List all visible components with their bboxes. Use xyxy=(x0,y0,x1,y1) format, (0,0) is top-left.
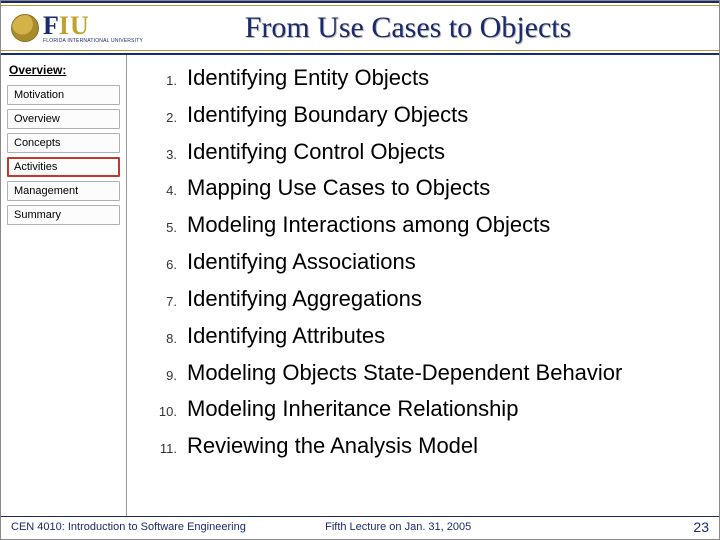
list-item-text: Modeling Objects State-Dependent Behavio… xyxy=(187,360,622,387)
sidebar-item-overview[interactable]: Overview xyxy=(7,109,120,129)
footer: CEN 4010: Introduction to Software Engin… xyxy=(1,517,719,539)
footer-lecture: Fifth Lecture on Jan. 31, 2005 xyxy=(325,521,576,533)
list-item: Reviewing the Analysis Model xyxy=(147,433,691,460)
body: Overview: Motivation Overview Concepts A… xyxy=(1,55,719,517)
list-item: Modeling Interactions among Objects xyxy=(147,212,691,239)
page-title: From Use Cases to Objects xyxy=(143,11,713,45)
list-item: Identifying Entity Objects xyxy=(147,65,691,92)
list-item-text: Modeling Inheritance Relationship xyxy=(187,396,518,423)
logo-subtext: FLORIDA INTERNATIONAL UNIVERSITY xyxy=(43,39,143,44)
list-item-text: Mapping Use Cases to Objects xyxy=(187,175,490,202)
logo-text: F IU FLORIDA INTERNATIONAL UNIVERSITY xyxy=(43,13,143,44)
footer-course: CEN 4010: Introduction to Software Engin… xyxy=(11,521,325,533)
list-item: Identifying Attributes xyxy=(147,323,691,350)
ordered-list: Identifying Entity Objects Identifying B… xyxy=(147,65,691,460)
sidebar-item-management[interactable]: Management xyxy=(7,181,120,201)
footer-page: 23 xyxy=(576,519,709,535)
content: Identifying Entity Objects Identifying B… xyxy=(127,55,719,516)
sidebar-item-summary[interactable]: Summary xyxy=(7,205,120,225)
sidebar-item-motivation[interactable]: Motivation xyxy=(7,85,120,105)
logo-letters-iu: IU xyxy=(59,13,90,39)
logo: F IU FLORIDA INTERNATIONAL UNIVERSITY xyxy=(11,13,143,44)
crest-icon xyxy=(11,14,39,42)
list-item: Identifying Boundary Objects xyxy=(147,102,691,129)
header-bar: F IU FLORIDA INTERNATIONAL UNIVERSITY Fr… xyxy=(1,1,719,55)
list-item: Modeling Objects State-Dependent Behavio… xyxy=(147,360,691,387)
list-item-text: Identifying Attributes xyxy=(187,323,385,350)
list-item-text: Identifying Entity Objects xyxy=(187,65,429,92)
list-item: Identifying Aggregations xyxy=(147,286,691,313)
list-item-text: Modeling Interactions among Objects xyxy=(187,212,550,239)
slide: F IU FLORIDA INTERNATIONAL UNIVERSITY Fr… xyxy=(0,0,720,540)
list-item: Identifying Associations xyxy=(147,249,691,276)
logo-letter-f: F xyxy=(43,13,59,39)
list-item: Identifying Control Objects xyxy=(147,139,691,166)
sidebar-heading: Overview: xyxy=(9,63,120,77)
list-item-text: Reviewing the Analysis Model xyxy=(187,433,478,460)
list-item: Mapping Use Cases to Objects xyxy=(147,175,691,202)
sidebar-item-concepts[interactable]: Concepts xyxy=(7,133,120,153)
sidebar-item-activities[interactable]: Activities xyxy=(7,157,120,177)
list-item-text: Identifying Associations xyxy=(187,249,416,276)
list-item-text: Identifying Aggregations xyxy=(187,286,422,313)
sidebar: Overview: Motivation Overview Concepts A… xyxy=(1,55,127,516)
list-item: Modeling Inheritance Relationship xyxy=(147,396,691,423)
list-item-text: Identifying Boundary Objects xyxy=(187,102,468,129)
list-item-text: Identifying Control Objects xyxy=(187,139,445,166)
